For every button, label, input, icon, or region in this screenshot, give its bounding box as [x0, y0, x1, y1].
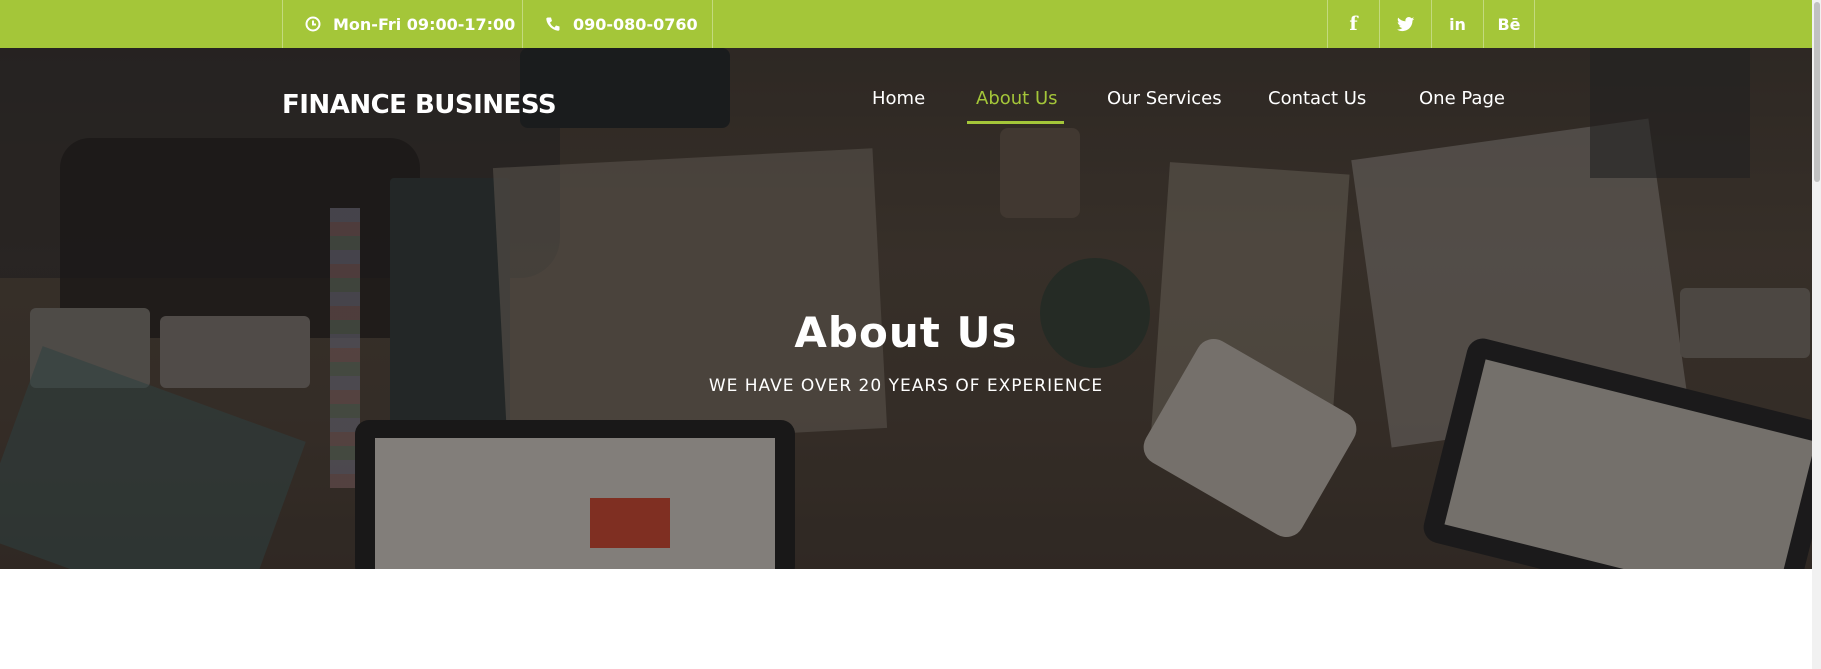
behance-icon: Bē	[1497, 14, 1521, 34]
phone-number-text: 090-080-0760	[573, 14, 698, 34]
nav-about-us[interactable]: About Us	[976, 88, 1058, 109]
nav-home[interactable]: Home	[872, 88, 925, 109]
page-title: About Us	[794, 308, 1018, 357]
nav-our-services[interactable]: Our Services	[1107, 88, 1222, 109]
active-nav-indicator	[967, 121, 1064, 124]
business-hours-text: Mon-Fri 09:00-17:00	[333, 14, 516, 34]
top-bar: Mon-Fri 09:00-17:00 090-080-0760 f in Bē	[0, 0, 1821, 48]
linkedin-link[interactable]: in	[1431, 0, 1483, 48]
clock-icon	[305, 16, 321, 32]
twitter-link[interactable]	[1379, 0, 1431, 48]
nav-one-page[interactable]: One Page	[1419, 88, 1505, 109]
page-subtitle: WE HAVE OVER 20 YEARS OF EXPERIENCE	[708, 376, 1104, 396]
hero-banner: FINANCE BUSINESS Home About Us Our Servi…	[0, 48, 1812, 569]
twitter-icon	[1396, 16, 1414, 31]
nav-contact-us[interactable]: Contact Us	[1268, 88, 1366, 109]
facebook-icon: f	[1349, 13, 1358, 35]
linkedin-icon: in	[1449, 14, 1466, 34]
phone-icon	[546, 17, 560, 31]
scrollbar-thumb[interactable]	[1814, 2, 1820, 182]
phone-number[interactable]: 090-080-0760	[522, 0, 713, 48]
behance-link[interactable]: Bē	[1483, 0, 1535, 48]
facebook-link[interactable]: f	[1327, 0, 1379, 48]
site-logo[interactable]: FINANCE BUSINESS	[282, 90, 557, 120]
business-hours: Mon-Fri 09:00-17:00	[282, 0, 522, 48]
